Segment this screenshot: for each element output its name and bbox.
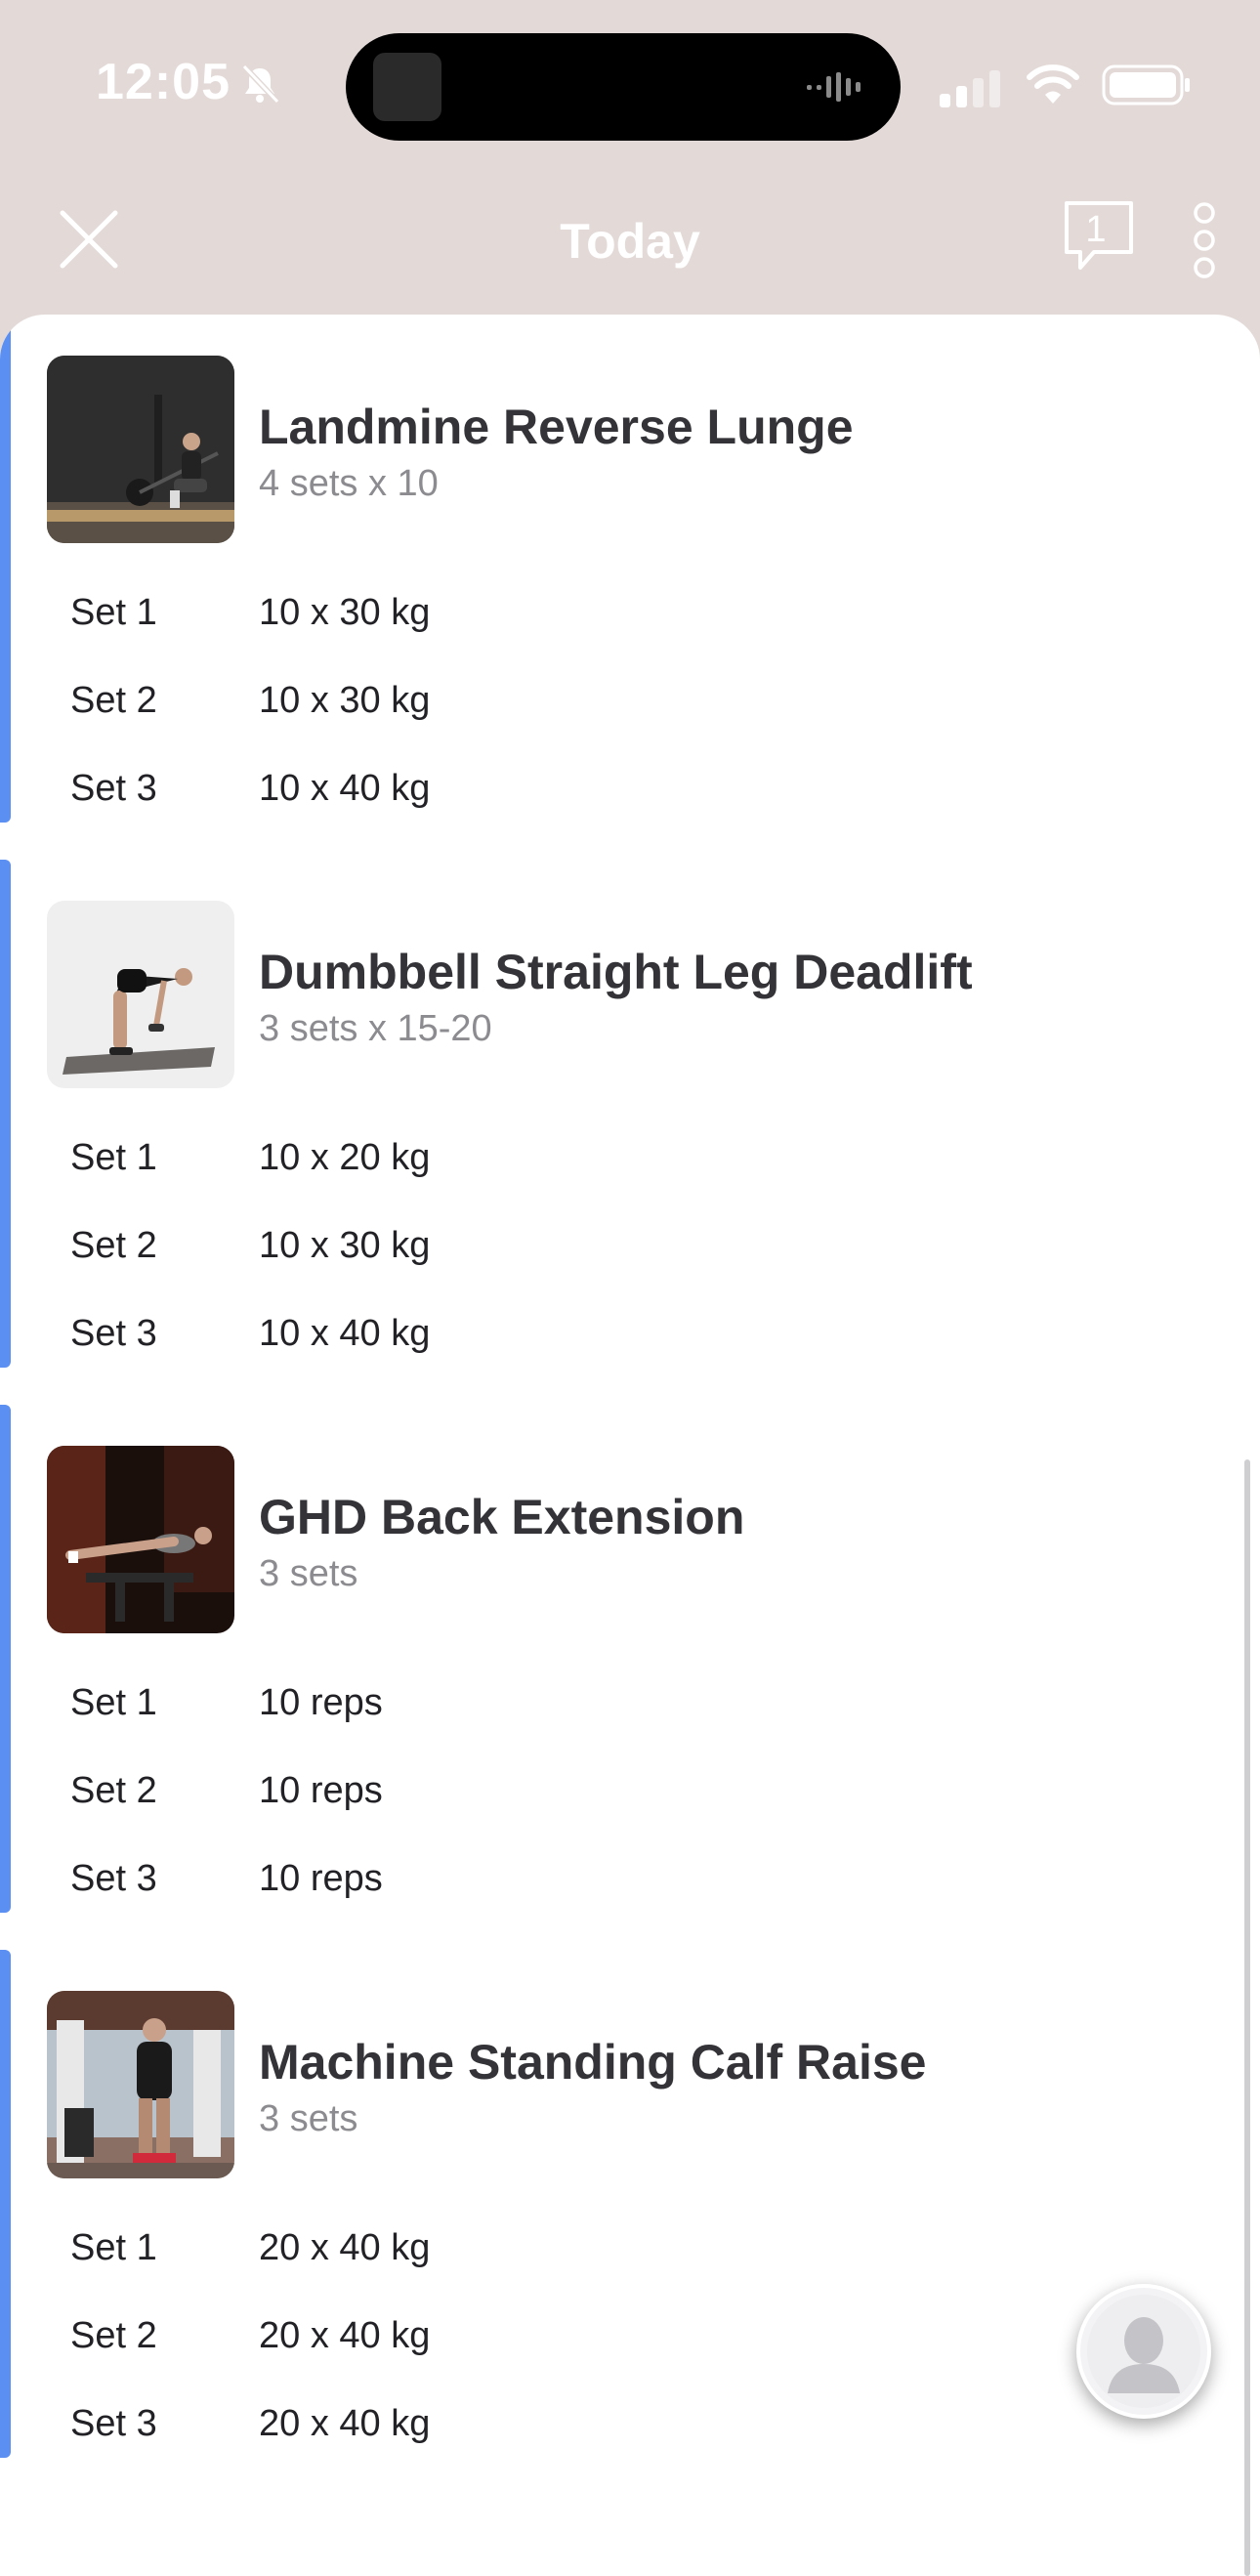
exercise-thumbnail	[47, 1446, 234, 1633]
status-time: 12:05	[96, 54, 231, 110]
set-value: 10 x 20 kg	[259, 1137, 431, 1178]
exercise-thumbnail	[47, 901, 234, 1088]
set-value: 10 reps	[259, 1858, 383, 1899]
exercise-name: Dumbbell Straight Leg Deadlift	[259, 945, 973, 999]
set-label: Set 1	[70, 1682, 157, 1723]
exercise-summary: 4 sets x 10	[259, 463, 439, 504]
set-label: Set 2	[70, 1225, 157, 1266]
set-value: 20 x 40 kg	[259, 2403, 431, 2444]
exercise-card[interactable]: Machine Standing Calf Raise 3 sets Set 1…	[0, 1950, 1260, 2458]
workout-sheet: Landmine Reverse Lunge 4 sets x 10 Set 1…	[0, 315, 1260, 2576]
app-header: Today 1	[0, 166, 1260, 313]
set-label: Set 1	[70, 1137, 157, 1178]
set-value: 20 x 40 kg	[259, 2227, 431, 2268]
comments-count-badge: 1	[1085, 209, 1107, 250]
exercise-accent-bar	[0, 860, 11, 1368]
set-value: 10 reps	[259, 1682, 383, 1723]
coach-avatar-icon	[1087, 2295, 1200, 2408]
set-label: Set 1	[70, 592, 157, 633]
exercise-thumbnail	[47, 1991, 234, 2178]
exercise-name: Landmine Reverse Lunge	[259, 400, 854, 454]
exercise-summary: 3 sets	[259, 2098, 358, 2139]
set-value: 10 x 40 kg	[259, 768, 431, 809]
battery-icon	[1102, 64, 1190, 106]
coach-chat-button[interactable]	[1076, 2284, 1211, 2419]
set-value: 10 x 30 kg	[259, 680, 431, 721]
set-label: Set 3	[70, 1313, 157, 1354]
set-label: Set 3	[70, 768, 157, 809]
set-value: 10 reps	[259, 1770, 383, 1811]
exercise-name: GHD Back Extension	[259, 1490, 745, 1544]
set-value: 10 x 30 kg	[259, 592, 431, 633]
exercise-name: Machine Standing Calf Raise	[259, 2035, 927, 2090]
set-value: 10 x 30 kg	[259, 1225, 431, 1266]
set-value: 20 x 40 kg	[259, 2315, 431, 2356]
now-playing-artwork	[373, 53, 441, 121]
exercise-card[interactable]: Dumbbell Straight Leg Deadlift 3 sets x …	[0, 860, 1260, 1368]
set-label: Set 3	[70, 1858, 157, 1899]
status-bar: 12:05	[0, 0, 1260, 166]
exercise-summary: 3 sets	[259, 1553, 358, 1594]
exercise-thumbnail	[47, 356, 234, 543]
set-value: 10 x 40 kg	[259, 1313, 431, 1354]
exercise-accent-bar	[0, 1405, 11, 1913]
set-label: Set 3	[70, 2403, 157, 2444]
dynamic-island	[346, 33, 901, 141]
bell-muted-icon	[241, 63, 280, 105]
cellular-signal-icon	[940, 70, 1000, 107]
set-label: Set 1	[70, 2227, 157, 2268]
scrollbar[interactable]	[1244, 1459, 1250, 2576]
audio-waveform-icon	[807, 72, 861, 102]
set-label: Set 2	[70, 1770, 157, 1811]
set-label: Set 2	[70, 680, 157, 721]
set-label: Set 2	[70, 2315, 157, 2356]
more-vertical-icon[interactable]	[1188, 201, 1221, 279]
exercise-card[interactable]: GHD Back Extension 3 sets Set 1 10 reps …	[0, 1405, 1260, 1913]
exercise-accent-bar	[0, 1950, 11, 2458]
exercise-summary: 3 sets x 15-20	[259, 1008, 492, 1049]
exercise-accent-bar	[0, 315, 11, 823]
wifi-icon	[1027, 64, 1079, 104]
exercise-card[interactable]: Landmine Reverse Lunge 4 sets x 10 Set 1…	[0, 315, 1260, 823]
